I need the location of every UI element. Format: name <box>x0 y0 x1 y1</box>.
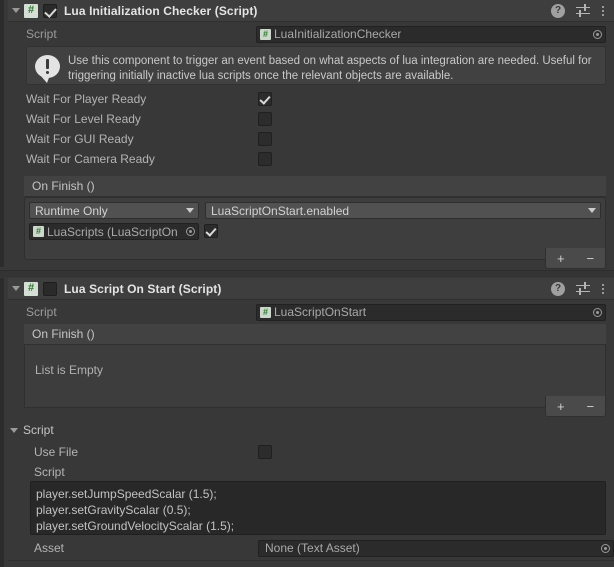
toggle-label-2: Wait For GUI Ready <box>26 131 134 146</box>
object-picker-icon-2[interactable] <box>183 224 198 239</box>
component-2-foldout-toggle[interactable] <box>8 278 24 299</box>
toggle-checkbox-3[interactable] <box>258 151 272 166</box>
event-list-2-empty-box: List is Empty <box>24 345 606 408</box>
toggle-row-wait-for-gui-ready[interactable]: Wait For GUI Ready <box>8 130 614 147</box>
help-box: Use this component to trigger an event b… <box>26 46 606 85</box>
object-picker-icon-3[interactable] <box>590 305 605 320</box>
component-1-enabled-checkbox[interactable] <box>43 3 57 18</box>
script-row-1: Script # LuaInitializationChecker <box>8 24 614 44</box>
event-function-dropdown[interactable]: LuaScriptOnStart.enabled <box>205 202 601 219</box>
component-divider-gap <box>0 271 614 277</box>
object-picker-icon[interactable] <box>590 27 605 42</box>
event-list-2-add-button[interactable]: + <box>546 400 576 413</box>
chevron-down-icon-2 <box>588 208 596 213</box>
triangle-down-icon-2 <box>12 286 20 291</box>
kebab-menu-icon[interactable] <box>601 4 605 18</box>
component-1-title: Lua Initialization Checker (Script) <box>64 3 258 18</box>
help-icon-2[interactable]: ? <box>551 281 565 296</box>
object-picker-icon-4[interactable] <box>598 541 613 556</box>
script-object-field-2[interactable]: # LuaScriptOnStart <box>256 303 606 321</box>
script-icon: # <box>24 3 38 18</box>
chevron-down-icon <box>186 208 194 213</box>
event-mode-value: Runtime Only <box>35 203 108 218</box>
use-file-row[interactable]: Use File <box>8 443 614 461</box>
script-section-title: Script <box>23 423 54 437</box>
toggle-label-3: Wait For Camera Ready <box>26 151 155 166</box>
script-row-2-label: Script <box>26 305 57 319</box>
event-function-value: LuaScriptOnStart.enabled <box>211 203 350 218</box>
event-list-2-empty-text: List is Empty <box>35 363 104 377</box>
event-list-2-add-remove-bar[interactable]: + − <box>545 396 606 417</box>
script-mini-icon-2: # <box>260 306 271 318</box>
preset-icon[interactable] <box>576 3 590 18</box>
toggle-checkbox-0[interactable] <box>258 91 272 106</box>
triangle-down-icon-3 <box>10 427 18 433</box>
kebab-menu-icon-2[interactable] <box>601 282 605 296</box>
toggle-checkbox-1[interactable] <box>258 111 272 126</box>
event-list-1-remove-button[interactable]: − <box>576 252 606 265</box>
component-2-gutter-strip <box>0 278 4 567</box>
script-object-field-1-value: LuaInitializationChecker <box>274 27 402 41</box>
toggle-label-0: Wait For Player Ready <box>26 91 147 106</box>
event-list-1-title: On Finish () <box>24 176 606 197</box>
event-list-2-remove-button[interactable]: − <box>576 400 606 413</box>
event-list-1-add-remove-bar[interactable]: + − <box>545 248 606 269</box>
script-text-label-row: Script <box>8 463 614 481</box>
triangle-down-icon <box>12 8 20 13</box>
use-file-checkbox[interactable] <box>258 445 272 459</box>
asset-object-field-value: None (Text Asset) <box>265 541 360 555</box>
script-row-1-label: Script <box>26 27 57 41</box>
component-header-lua-script-on-start[interactable]: # Lua Script On Start (Script) ? <box>8 278 614 300</box>
asset-label: Asset <box>34 541 65 555</box>
event-target-value: LuaScripts (LuaScriptOn <box>47 224 178 239</box>
event-mode-dropdown[interactable]: Runtime Only <box>29 202 199 219</box>
event-list-1-body: Runtime Only LuaScriptOnStart.enabled # … <box>24 197 606 260</box>
script-object-field-2-value: LuaScriptOnStart <box>274 305 367 319</box>
script-text-label: Script <box>34 465 65 479</box>
preset-icon-2[interactable] <box>576 281 590 296</box>
toggle-checkbox-2[interactable] <box>258 131 272 146</box>
info-exclamation-icon <box>35 55 60 83</box>
asset-object-field[interactable]: None (Text Asset) <box>258 539 614 557</box>
component-2-enabled-checkbox[interactable] <box>43 281 57 296</box>
event-bool-argument-checkbox[interactable] <box>204 224 218 238</box>
script-icon-2: # <box>24 281 38 296</box>
component-1-header-icons: ? <box>551 3 614 18</box>
script-mini-icon: # <box>260 28 271 40</box>
help-box-text: Use this component to trigger an event b… <box>68 55 592 82</box>
component-2-title: Lua Script On Start (Script) <box>64 281 222 296</box>
component-2-header-icons: ? <box>551 281 614 296</box>
toggle-row-wait-for-level-ready[interactable]: Wait For Level Ready <box>8 110 614 127</box>
component-1-foldout-toggle[interactable] <box>8 0 24 21</box>
script-object-field-1[interactable]: # LuaInitializationChecker <box>256 25 606 43</box>
use-file-label: Use File <box>34 445 79 459</box>
event-list-1-add-button[interactable]: + <box>546 252 576 265</box>
component-header-lua-initialization-checker[interactable]: # Lua Initialization Checker (Script) ? <box>8 0 614 22</box>
event-target-mini-icon: # <box>33 226 44 237</box>
toggle-row-wait-for-player-ready[interactable]: Wait For Player Ready <box>8 90 614 107</box>
script-row-2: Script # LuaScriptOnStart <box>8 302 614 322</box>
event-target-object-field[interactable]: # LuaScripts (LuaScriptOn <box>29 223 199 240</box>
toggle-label-1: Wait For Level Ready <box>26 111 141 126</box>
bottom-divider <box>8 560 614 561</box>
unity-inspector-panel: # Lua Initialization Checker (Script) ? … <box>0 0 614 567</box>
event-list-2-title: On Finish () <box>24 324 606 345</box>
script-section-foldout[interactable]: Script <box>10 423 54 437</box>
asset-row: Asset None (Text Asset) <box>8 538 614 558</box>
help-icon[interactable]: ? <box>551 3 565 18</box>
toggle-row-wait-for-camera-ready[interactable]: Wait For Camera Ready <box>8 150 614 167</box>
component-1-gutter-strip <box>0 0 4 267</box>
script-text-area[interactable]: player.setJumpSpeedScalar (1.5); player.… <box>30 481 606 535</box>
